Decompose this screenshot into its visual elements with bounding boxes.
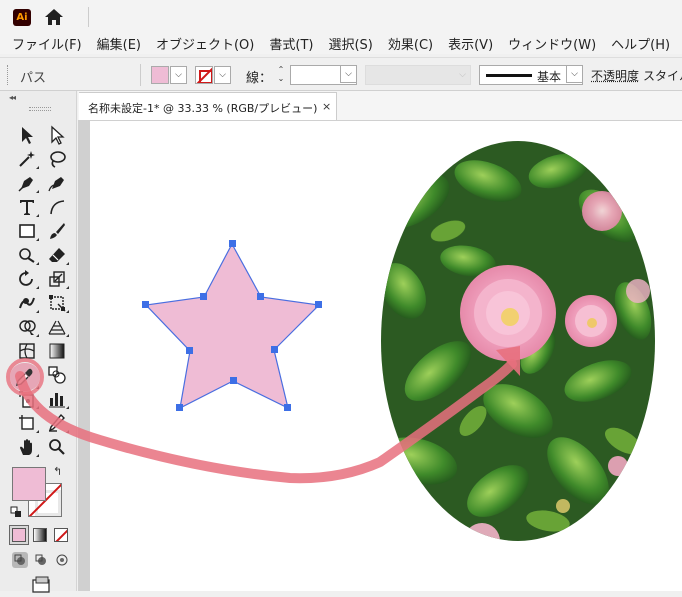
draw-behind-icon[interactable] xyxy=(33,552,49,568)
gradient-mode-icon[interactable] xyxy=(33,528,47,542)
titlebar-divider xyxy=(88,7,89,27)
style-label[interactable]: スタイル xyxy=(643,67,682,84)
title-bar: Ai xyxy=(0,0,682,32)
free-transform-tool-icon[interactable] xyxy=(44,291,70,315)
rectangle-tool-icon[interactable] xyxy=(14,219,40,243)
scale-tool-icon[interactable] xyxy=(44,267,70,291)
menu-type[interactable]: 書式(T) xyxy=(269,34,313,53)
symbol-sprayer-tool-icon[interactable] xyxy=(14,387,40,411)
control-bar: パス ⌵ ⌵ 線： ⌃⌄ ⌵ ⌵ 基本 ⌵ 不透明度 スタイル xyxy=(0,57,682,91)
magic-wand-tool-icon[interactable] xyxy=(14,147,40,171)
zoom-tool-icon[interactable] xyxy=(44,435,70,459)
swap-fill-stroke-icon[interactable]: ↰ xyxy=(53,465,62,478)
brush-profile-label: 基本 xyxy=(537,70,562,84)
stroke-preview-line xyxy=(486,74,532,77)
perspective-grid-tool-icon[interactable] xyxy=(44,315,70,339)
arc-tool-icon[interactable] xyxy=(44,195,70,219)
artwork-canvas[interactable] xyxy=(78,121,682,591)
shaper-tool-icon[interactable] xyxy=(14,243,40,267)
draw-normal-icon[interactable] xyxy=(12,552,28,568)
collapse-panel-icon[interactable]: ◂◂ xyxy=(9,93,16,102)
type-tool-icon[interactable] xyxy=(14,195,40,219)
close-tab-icon[interactable]: × xyxy=(322,100,331,113)
stroke-dropdown-chevron-icon[interactable]: ⌵ xyxy=(214,66,231,84)
camellia-flower-large xyxy=(460,265,556,361)
stroke-weight-chevron-icon[interactable]: ⌵ xyxy=(340,65,357,83)
eraser-tool-icon[interactable] xyxy=(44,243,70,267)
tools-panel: ◂◂ ↰ xyxy=(0,91,77,593)
menu-select[interactable]: 選択(S) xyxy=(328,34,372,53)
slice-tool-icon[interactable] xyxy=(44,411,70,435)
stroke-weight-input[interactable]: ⌵ xyxy=(290,65,357,85)
menu-object[interactable]: オブジェクト(O) xyxy=(156,34,254,53)
fill-dropdown-chevron-icon[interactable]: ⌵ xyxy=(170,66,187,84)
brush-profile-dropdown[interactable]: 基本 ⌵ xyxy=(479,65,583,85)
menu-help[interactable]: ヘルプ(H) xyxy=(611,34,670,53)
default-fill-stroke-icon[interactable] xyxy=(10,506,22,518)
object-type-label: パス xyxy=(20,71,47,86)
document-tab[interactable]: 名称未設定-1* @ 33.33 % (RGB/プレビュー) × xyxy=(79,92,337,120)
paintbrush-tool-icon[interactable] xyxy=(44,219,70,243)
menu-bar: ファイル(F) 編集(E) オブジェクト(O) 書式(T) 選択(S) 効果(C… xyxy=(0,32,682,54)
camellia-flower-small xyxy=(565,295,617,347)
menu-window[interactable]: ウィンドウ(W) xyxy=(508,34,596,53)
fill-color-swatch[interactable] xyxy=(12,467,46,501)
gradient-tool-icon[interactable] xyxy=(44,339,70,363)
mesh-tool-icon[interactable] xyxy=(14,339,40,363)
direct-selection-tool-icon[interactable] xyxy=(44,123,70,147)
stroke-swatch[interactable] xyxy=(195,66,213,84)
variable-width-dropdown: ⌵ xyxy=(365,65,471,85)
column-graph-tool-icon[interactable] xyxy=(44,387,70,411)
pen-tool-icon[interactable] xyxy=(14,171,40,195)
illustrator-logo: Ai xyxy=(13,9,31,26)
brush-profile-chevron-icon[interactable]: ⌵ xyxy=(566,65,583,83)
lasso-tool-icon[interactable] xyxy=(44,147,70,171)
shape-builder-tool-icon[interactable] xyxy=(14,315,40,339)
menu-edit[interactable]: 編集(E) xyxy=(97,34,141,53)
stroke-weight-spinner-icon[interactable]: ⌃ ⌄ xyxy=(274,65,288,85)
hand-tool-icon[interactable] xyxy=(14,435,40,459)
rotate-tool-icon[interactable] xyxy=(14,267,40,291)
divider xyxy=(140,64,141,86)
flower-photo-ellipse[interactable] xyxy=(367,136,658,559)
warp-tool-icon[interactable] xyxy=(14,291,40,315)
menu-effect[interactable]: 効果(C) xyxy=(388,34,433,53)
screen-mode-icon[interactable] xyxy=(28,573,54,597)
none-mode-icon[interactable] xyxy=(54,528,68,542)
artboard-tool-icon[interactable] xyxy=(14,411,40,435)
blend-tool-icon[interactable] xyxy=(44,363,70,387)
color-mode-icon[interactable] xyxy=(12,528,26,542)
opacity-link[interactable]: 不透明度 xyxy=(591,67,639,84)
curvature-tool-icon[interactable] xyxy=(44,171,70,195)
control-bar-grip[interactable] xyxy=(7,65,10,85)
home-icon[interactable] xyxy=(43,7,65,27)
selection-tool-icon[interactable] xyxy=(14,123,40,147)
stroke-label[interactable]: 線： xyxy=(246,67,272,86)
menu-file[interactable]: ファイル(F) xyxy=(12,34,82,53)
document-tab-title: 名称未設定-1* @ 33.33 % (RGB/プレビュー) xyxy=(88,102,318,115)
draw-inside-icon[interactable] xyxy=(54,552,70,568)
panel-grip[interactable] xyxy=(29,107,51,111)
fill-swatch[interactable] xyxy=(151,66,169,84)
menu-view[interactable]: 表示(V) xyxy=(448,34,493,53)
